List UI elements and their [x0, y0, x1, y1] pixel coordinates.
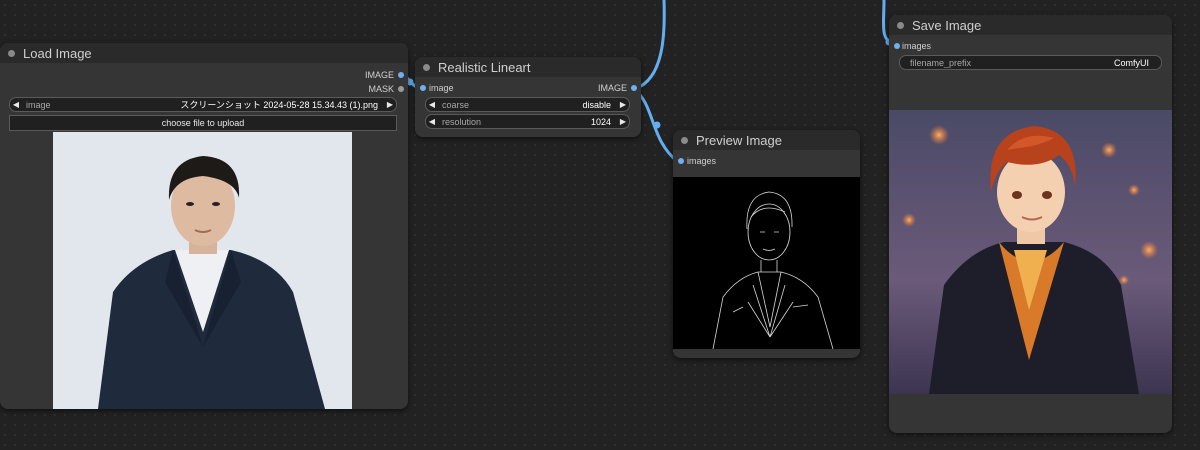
input-label-images: images — [687, 156, 717, 166]
link-reroute-dot-2 — [653, 121, 661, 129]
node-title-bar[interactable]: Save Image — [889, 15, 1172, 35]
input-slot-images[interactable] — [894, 43, 900, 49]
collapse-dot-icon[interactable] — [897, 21, 904, 29]
node-body: images — [673, 150, 860, 358]
coarse-widget[interactable]: ◀ coarse disable ▶ — [425, 97, 630, 112]
load-image-preview — [53, 132, 352, 409]
output-label-image: IMAGE — [597, 83, 627, 93]
node-body: image IMAGE ◀ coarse disable ▶ ◀ resolut… — [415, 77, 641, 137]
arrow-left-icon[interactable]: ◀ — [426, 117, 438, 126]
input-label-image: image — [429, 83, 454, 93]
arrow-right-icon[interactable]: ▶ — [617, 117, 629, 126]
node-title: Save Image — [912, 17, 982, 33]
node-body: IMAGE MASK ◀ image スクリーンショット 2024-05-28 … — [0, 63, 408, 409]
widget-label: coarse — [442, 99, 470, 110]
preview-lineart-image — [673, 177, 860, 349]
filename-prefix-widget[interactable]: filename_prefix ComfyUI — [899, 55, 1162, 70]
widget-value: disable — [582, 99, 611, 110]
arrow-left-icon[interactable]: ◀ — [426, 100, 438, 109]
output-slot-mask[interactable] — [398, 86, 404, 92]
output-label-mask: MASK — [368, 84, 394, 94]
resolution-widget[interactable]: ◀ resolution 1024 ▶ — [425, 114, 630, 129]
widget-value: 1024 — [590, 116, 611, 127]
input-slot-image[interactable] — [420, 85, 426, 91]
node-title-bar[interactable]: Realistic Lineart — [415, 57, 641, 77]
arrow-right-icon[interactable]: ▶ — [384, 100, 396, 109]
node-body: images filename_prefix ComfyUI — [889, 35, 1172, 433]
node-title: Preview Image — [696, 132, 782, 148]
save-image-output — [889, 110, 1172, 394]
collapse-dot-icon[interactable] — [681, 136, 688, 144]
output-slot-image[interactable] — [631, 85, 637, 91]
node-preview-image[interactable]: Preview Image images — [673, 130, 860, 358]
node-title-bar[interactable]: Preview Image — [673, 130, 860, 150]
node-load-image[interactable]: Load Image IMAGE MASK ◀ image スクリーンショット … — [0, 43, 408, 409]
arrow-left-icon[interactable]: ◀ — [10, 100, 22, 109]
widget-label: resolution — [442, 116, 482, 127]
widget-value: スクリーンショット 2024-05-28 15.34.43 (1).png — [180, 100, 378, 110]
collapse-dot-icon[interactable] — [423, 63, 430, 71]
widget-label: image — [26, 99, 51, 110]
output-label-image: IMAGE — [364, 70, 394, 80]
input-slot-images[interactable] — [678, 158, 684, 164]
image-combo-widget[interactable]: ◀ image スクリーンショット 2024-05-28 15.34.43 (1… — [9, 97, 397, 112]
node-title-bar[interactable]: Load Image — [0, 43, 408, 63]
collapse-dot-icon[interactable] — [8, 49, 15, 57]
node-title: Realistic Lineart — [438, 59, 531, 75]
output-slot-image[interactable] — [398, 72, 404, 78]
node-title: Load Image — [23, 45, 92, 61]
widget-label: filename_prefix — [910, 57, 972, 68]
input-label-images: images — [902, 41, 932, 51]
widget-value: ComfyUI — [1113, 57, 1149, 68]
upload-button[interactable]: choose file to upload — [9, 115, 397, 131]
arrow-right-icon[interactable]: ▶ — [617, 100, 629, 109]
node-save-image[interactable]: Save Image images filename_prefix ComfyU… — [889, 15, 1172, 433]
node-realistic-lineart[interactable]: Realistic Lineart image IMAGE ◀ coarse d… — [415, 57, 641, 137]
